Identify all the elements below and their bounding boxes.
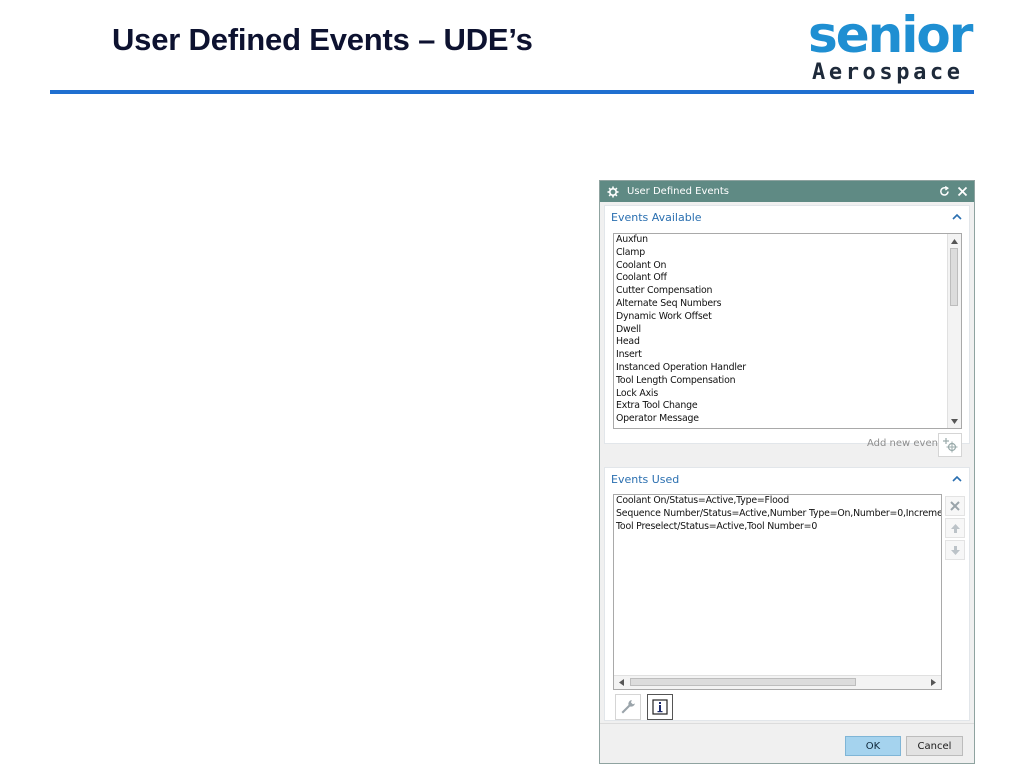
- list-item[interactable]: Cutter Compensation: [614, 285, 961, 298]
- scroll-left-icon[interactable]: [615, 676, 628, 689]
- chevron-up-icon[interactable]: [951, 473, 963, 485]
- move-up-button[interactable]: [945, 518, 965, 538]
- slide-title: User Defined Events – UDE’s: [112, 22, 533, 57]
- events-used-items: Coolant On/Status=Active,Type=Flood Seque…: [614, 495, 941, 533]
- list-item[interactable]: Operator Message: [614, 413, 961, 426]
- information-button[interactable]: [647, 694, 673, 720]
- delete-icon: [950, 501, 960, 511]
- add-new-event-label: Add new event: [867, 438, 942, 449]
- scroll-up-icon[interactable]: [948, 235, 961, 247]
- scroll-down-icon[interactable]: [948, 415, 961, 427]
- user-defined-events-dialog: User Defined Events Events Available Aux…: [599, 180, 975, 764]
- chevron-up-icon[interactable]: [951, 211, 963, 223]
- events-available-list[interactable]: Auxfun Clamp Coolant On Coolant Off Cutter C…: [613, 233, 962, 429]
- ok-button[interactable]: OK: [845, 736, 901, 756]
- list-item[interactable]: Coolant On/Status=Active,Type=Flood: [614, 495, 941, 508]
- events-used-hscroll[interactable]: [614, 675, 941, 689]
- remove-event-button[interactable]: [945, 496, 965, 516]
- edit-event-button[interactable]: [615, 694, 641, 720]
- cancel-button[interactable]: Cancel: [906, 736, 963, 756]
- dialog-titlebar: User Defined Events: [600, 181, 974, 202]
- events-available-label: Events Available: [611, 211, 702, 224]
- events-used-label: Events Used: [611, 473, 680, 486]
- title-divider: [50, 90, 974, 94]
- dialog-title: User Defined Events: [627, 186, 729, 197]
- events-available-section: Events Available Auxfun Clamp Coolant On Co…: [604, 205, 970, 457]
- events-used-header[interactable]: Events Used: [605, 468, 969, 490]
- list-item[interactable]: Lock Axis: [614, 388, 961, 401]
- hscroll-thumb[interactable]: [630, 678, 856, 686]
- list-item[interactable]: Insert: [614, 349, 961, 362]
- logo-subtitle: Aerospace: [812, 60, 964, 85]
- list-item[interactable]: Sequence Number/Status=Active,Number Typ…: [614, 508, 941, 521]
- list-item[interactable]: Tool Preselect/Status=Active,Tool Number…: [614, 521, 941, 534]
- add-new-event-button[interactable]: [938, 433, 962, 457]
- list-item[interactable]: Alternate Seq Numbers: [614, 298, 961, 311]
- list-item[interactable]: Tool Length Compensation: [614, 375, 961, 388]
- add-event-icon: [943, 438, 958, 453]
- logo-word: senior: [808, 6, 973, 64]
- info-icon: [652, 699, 668, 715]
- arrow-up-icon: [950, 523, 960, 533]
- events-used-section: Events Used Coolant On/Status=Active,Typ…: [604, 467, 970, 721]
- reset-icon[interactable]: [936, 183, 952, 199]
- list-item[interactable]: Clamp: [614, 247, 961, 260]
- events-used-list[interactable]: Coolant On/Status=Active,Type=Flood Seque…: [613, 494, 942, 690]
- list-item[interactable]: Dwell: [614, 324, 961, 337]
- list-item[interactable]: Dynamic Work Offset: [614, 311, 961, 324]
- wrench-icon: [621, 700, 635, 714]
- gear-icon: [606, 185, 620, 199]
- scroll-right-icon[interactable]: [927, 676, 940, 689]
- events-available-header[interactable]: Events Available: [605, 206, 969, 228]
- list-item[interactable]: Coolant On: [614, 260, 961, 273]
- list-item[interactable]: Instanced Operation Handler: [614, 362, 961, 375]
- events-available-items: Auxfun Clamp Coolant On Coolant Off Cutter C…: [614, 234, 961, 426]
- list-item[interactable]: Auxfun: [614, 234, 961, 247]
- footer-divider: [600, 723, 974, 724]
- senior-aerospace-logo: senior Aerospace: [808, 10, 992, 88]
- list-item[interactable]: Coolant Off: [614, 272, 961, 285]
- list-item[interactable]: Head: [614, 336, 961, 349]
- close-icon[interactable]: [954, 183, 970, 199]
- list-item[interactable]: Extra Tool Change: [614, 400, 961, 413]
- move-down-button[interactable]: [945, 540, 965, 560]
- scroll-thumb[interactable]: [950, 248, 958, 306]
- events-available-vscroll[interactable]: [947, 234, 961, 428]
- arrow-down-icon: [950, 545, 960, 555]
